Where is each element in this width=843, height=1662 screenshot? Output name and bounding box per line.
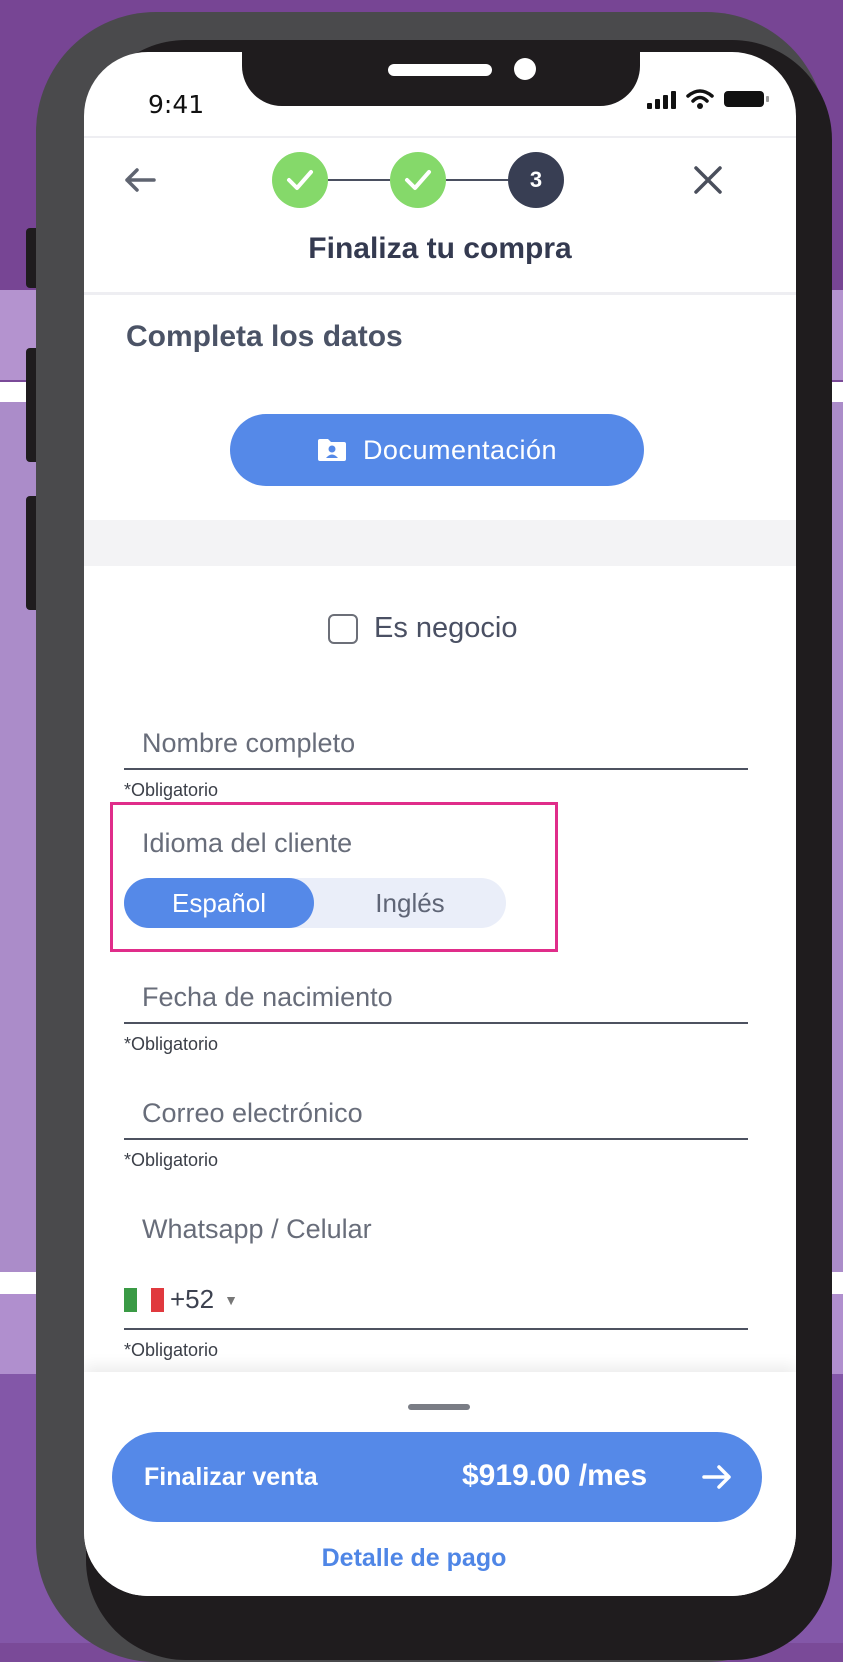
camera — [514, 58, 536, 80]
check-icon — [405, 170, 431, 190]
finalize-sale-button[interactable]: Finalizar venta $919.00 /mes — [112, 1432, 762, 1522]
documentation-button-label: Documentación — [362, 434, 558, 465]
status-icons — [647, 88, 769, 110]
step-connector — [446, 179, 508, 181]
full-name-field[interactable]: Nombre completo — [142, 728, 355, 759]
step-3-current: 3 — [508, 152, 564, 208]
check-icon — [287, 170, 313, 190]
status-time: 9:41 — [148, 90, 205, 119]
country-code: +52 — [170, 1284, 215, 1314]
wifi-icon — [686, 89, 714, 109]
email-help: *Obligatorio — [124, 1150, 219, 1170]
phone-help: *Obligatorio — [124, 1340, 219, 1360]
close-icon[interactable] — [690, 162, 726, 198]
mexico-flag-icon — [124, 1287, 164, 1312]
finalize-sale-label: Finalizar venta — [144, 1463, 318, 1491]
business-checkbox-label: Es negocio — [374, 612, 518, 644]
signal-icon — [647, 89, 676, 109]
payment-detail-link[interactable]: Detalle de pago — [84, 1544, 744, 1573]
language-highlight-box — [110, 802, 558, 952]
step-connector — [328, 179, 390, 181]
phone-label: Whatsapp / Celular — [142, 1214, 372, 1244]
back-arrow-icon[interactable] — [120, 160, 160, 200]
bottom-sheet: Finalizar venta $919.00 /mes Detalle de … — [84, 1372, 796, 1596]
step-1-complete — [272, 152, 328, 208]
notch — [242, 52, 640, 106]
business-checkbox[interactable] — [328, 613, 358, 644]
language-toggle[interactable]: Español Inglés — [124, 878, 506, 928]
battery-icon — [724, 91, 769, 107]
divider — [84, 136, 796, 138]
divider — [84, 292, 796, 295]
country-code-selector[interactable]: +52 ▼ — [124, 1284, 238, 1315]
birthdate-help: *Obligatorio — [124, 1034, 219, 1054]
email-underline — [124, 1138, 748, 1140]
monthly-price: $919.00 /mes — [462, 1459, 648, 1492]
full-name-help: *Obligatorio — [124, 780, 219, 800]
phone-screen: 9:41 3 Finaliza tu compra Completa los d… — [84, 52, 796, 1596]
section-separator — [84, 520, 796, 566]
phone-underline — [124, 1328, 748, 1330]
language-option-english[interactable]: Inglés — [314, 878, 506, 928]
full-name-underline — [124, 768, 748, 770]
step-2-complete — [390, 152, 446, 208]
business-checkbox-row[interactable]: Es negocio — [328, 612, 518, 645]
documentation-button[interactable]: Documentación — [230, 414, 644, 486]
language-label: Idioma del cliente — [142, 828, 353, 858]
speaker — [388, 64, 492, 76]
email-field[interactable]: Correo electrónico — [142, 1098, 363, 1129]
arrow-right-icon — [702, 1465, 731, 1489]
section-title: Completa los datos — [126, 320, 403, 353]
birthdate-underline — [124, 1022, 748, 1024]
language-option-spanish[interactable]: Español — [124, 878, 314, 928]
drag-handle[interactable] — [408, 1404, 470, 1410]
birthdate-field[interactable]: Fecha de nacimiento — [142, 982, 393, 1013]
page-title: Finaliza tu compra — [308, 232, 572, 265]
chevron-down-icon: ▼ — [224, 1291, 238, 1308]
folder-user-icon — [317, 439, 346, 461]
